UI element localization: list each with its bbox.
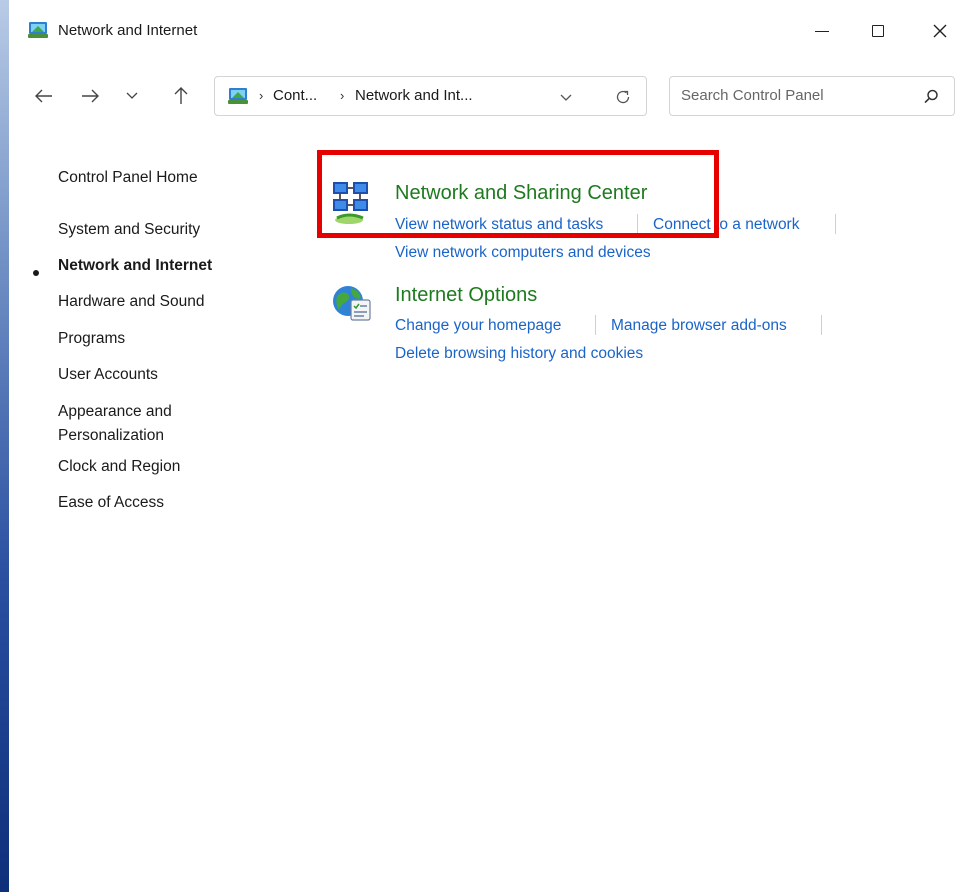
connect-to-network-link[interactable]: Connect to a network [653,216,799,234]
address-dropdown-icon[interactable] [558,89,574,105]
network-sharing-center-icon[interactable] [331,180,371,232]
maximize-icon [872,25,884,37]
internet-options-globe-icon[interactable] [331,282,373,324]
control-panel-network-icon [28,22,48,38]
title-bar: Network and Internet [9,6,971,56]
delete-browsing-history-link[interactable]: Delete browsing history and cookies [395,345,643,363]
change-homepage-link[interactable]: Change your homepage [395,317,561,335]
sidebar-item-clock-and-region[interactable]: Clock and Region [58,455,180,479]
link-divider [637,214,638,234]
link-divider [835,214,836,234]
sidebar-item-network-and-internet[interactable]: Network and Internet [58,254,212,278]
arrow-left-icon [35,89,52,103]
navigation-bar: › Cont... › Network and Int... Search Co… [9,66,971,128]
chevron-down-icon [126,92,138,99]
breadcrumb-network-and-internet[interactable]: Network and Int... [355,87,473,104]
refresh-icon[interactable] [614,88,632,106]
link-divider [821,315,822,335]
sidebar-item-appearance[interactable]: Appearance and [58,400,172,424]
desktop-background-edge [0,0,9,892]
address-bar[interactable]: › Cont... › Network and Int... [214,76,647,116]
up-button[interactable] [164,79,198,113]
sidebar-item-user-accounts[interactable]: User Accounts [58,363,158,387]
maximize-button[interactable] [855,6,901,56]
link-divider [595,315,596,335]
minimize-button[interactable] [799,6,845,56]
sidebar-item-programs[interactable]: Programs [58,327,125,351]
manage-browser-addons-link[interactable]: Manage browser add-ons [611,317,787,335]
arrow-up-icon [174,87,188,104]
close-icon [933,24,947,38]
sidebar-item-system-and-security[interactable]: System and Security [58,218,200,242]
view-network-computers-link[interactable]: View network computers and devices [395,244,651,262]
breadcrumb-separator-icon[interactable]: › [340,88,344,103]
minimize-icon [815,30,829,32]
breadcrumb-separator-icon[interactable]: › [259,88,263,103]
recent-locations-button[interactable] [115,79,149,113]
network-and-sharing-center-title[interactable]: Network and Sharing Center [395,182,647,205]
close-button[interactable] [917,6,963,56]
breadcrumb-control-panel[interactable]: Cont... [273,87,317,104]
search-placeholder: Search Control Panel [681,87,824,104]
control-panel-window: Network and Internet › Cont... › Network… [9,6,971,892]
sidebar-item-hardware-and-sound[interactable]: Hardware and Sound [58,290,205,314]
forward-button[interactable] [73,79,107,113]
view-network-status-link[interactable]: View network status and tasks [395,216,603,234]
window-title: Network and Internet [58,22,198,39]
back-button[interactable] [27,79,61,113]
sidebar-item-ease-of-access[interactable]: Ease of Access [58,491,164,515]
sidebar-item-control-panel-home[interactable]: Control Panel Home [58,166,198,190]
active-bullet-icon [33,270,39,276]
arrow-right-icon [82,89,99,103]
search-icon[interactable] [923,88,940,105]
control-panel-network-icon [228,88,248,104]
sidebar-item-personalization[interactable]: Personalization [58,424,164,448]
internet-options-title[interactable]: Internet Options [395,284,537,307]
search-input[interactable]: Search Control Panel [669,76,955,116]
